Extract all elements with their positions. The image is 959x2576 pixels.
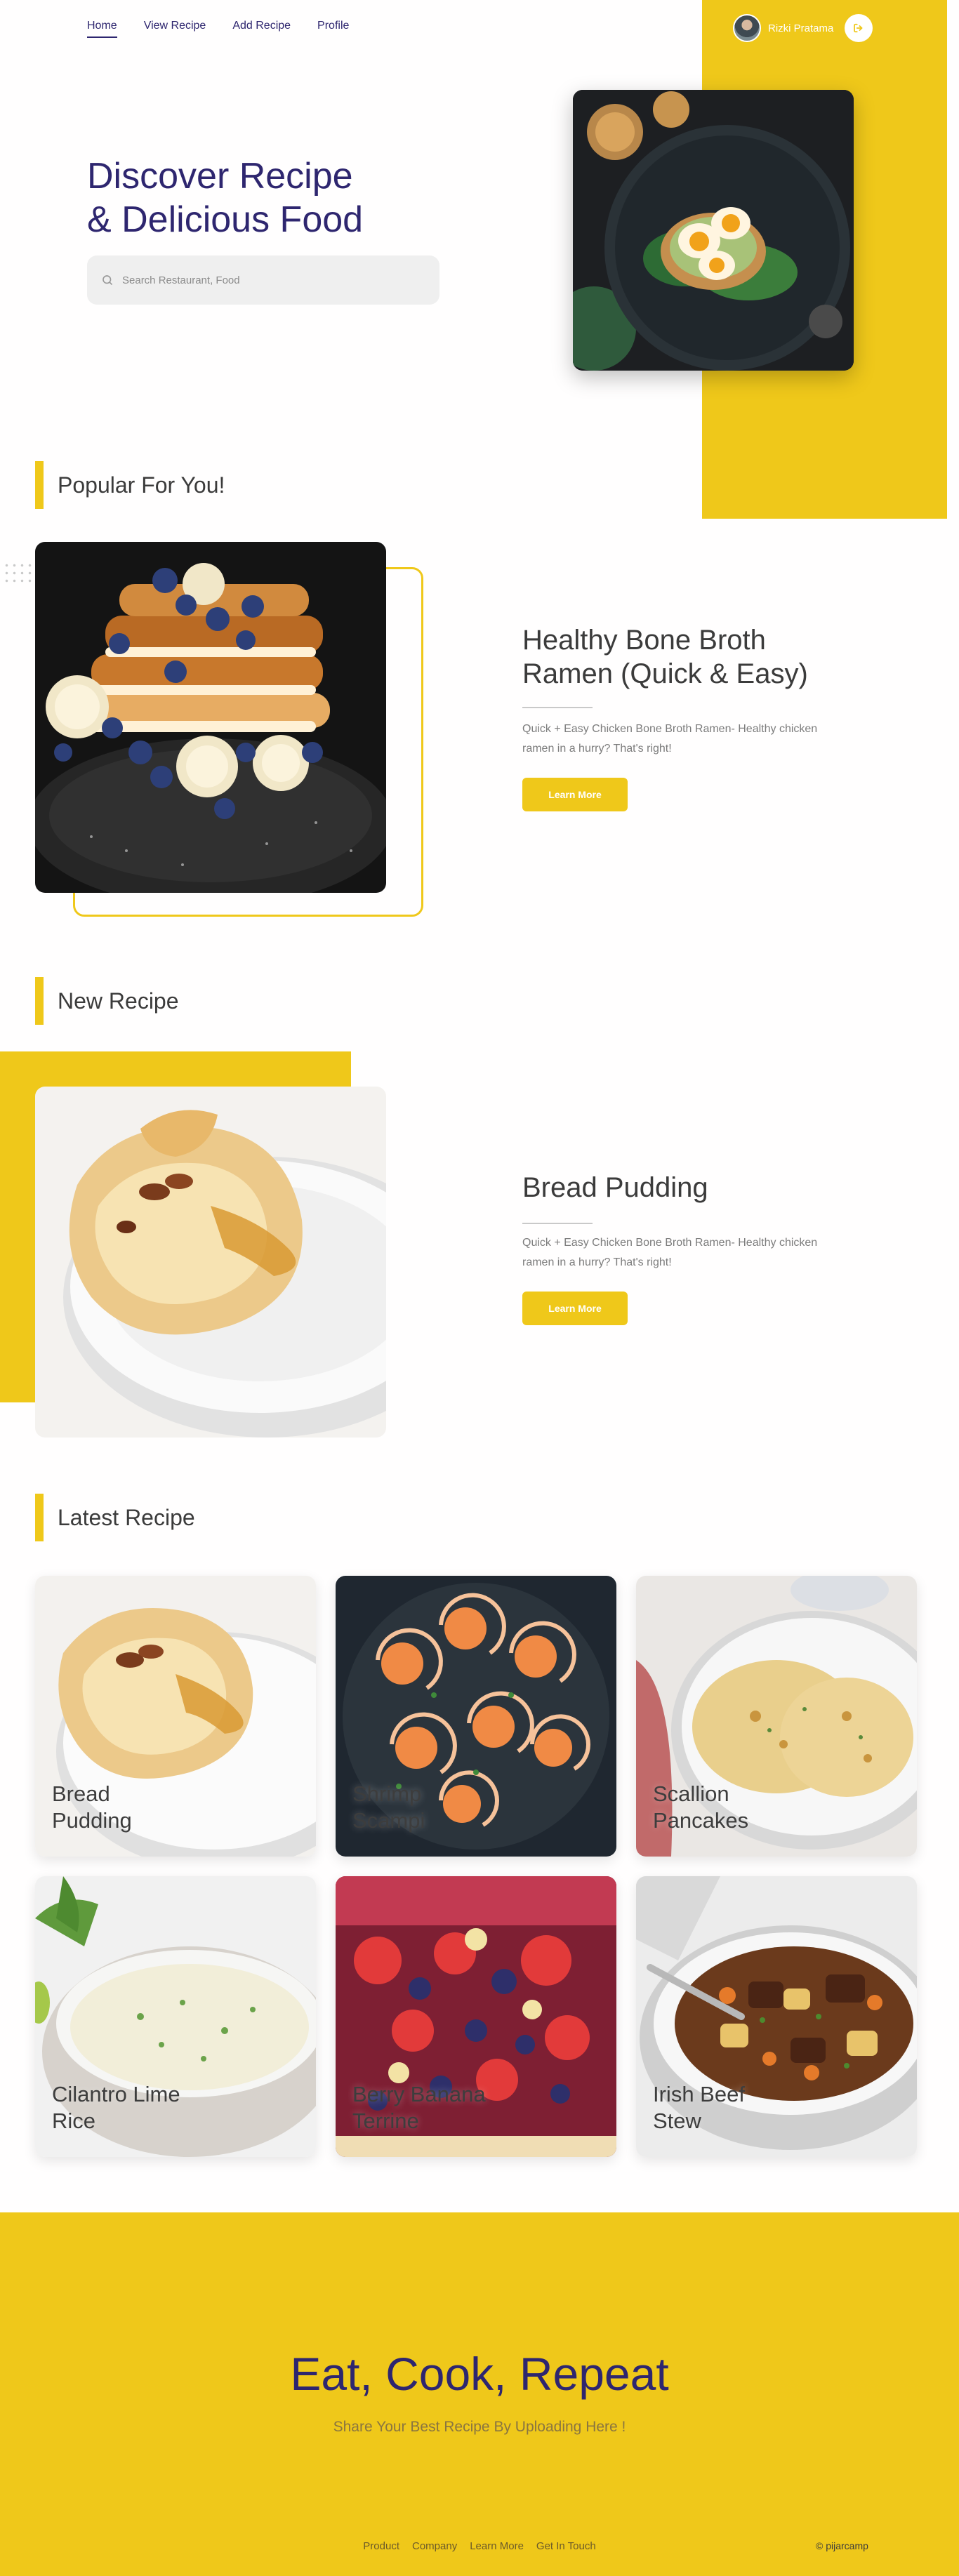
- divider: [522, 707, 593, 708]
- recipe-card-shrimp-scampi[interactable]: Shrimp Scampi: [336, 1576, 616, 1857]
- hero-title-line2: & Delicious Food: [87, 199, 364, 240]
- logout-button[interactable]: [845, 14, 873, 42]
- popular-heading-text: Popular For You!: [58, 472, 225, 498]
- hero-title: Discover Recipe & Delicious Food: [87, 154, 480, 241]
- french-toast-illustration: [35, 542, 386, 893]
- new-recipe-title[interactable]: Bread Pudding: [522, 1171, 845, 1204]
- latest-recipe-heading-text: Latest Recipe: [58, 1504, 195, 1530]
- footer-link-learn-more[interactable]: Learn More: [470, 2540, 524, 2552]
- new-recipe-heading-text: New Recipe: [58, 988, 179, 1014]
- footer-link-get-in-touch[interactable]: Get In Touch: [536, 2540, 596, 2552]
- decorative-dots: [3, 562, 34, 583]
- nav-add-recipe[interactable]: Add Recipe: [232, 20, 291, 38]
- divider: [522, 1223, 593, 1224]
- recipe-card-title: Berry Banana Terrine: [352, 2082, 486, 2133]
- footer: Eat, Cook, Repeat Share Your Best Recipe…: [0, 2212, 959, 2576]
- popular-recipe-description: Quick + Easy Chicken Bone Broth Ramen- H…: [522, 723, 818, 755]
- popular-recipe-title[interactable]: Healthy Bone Broth Ramen (Quick & Easy): [522, 623, 845, 691]
- new-recipe-heading: New Recipe: [35, 977, 179, 1025]
- new-recipe-description: Quick + Easy Chicken Bone Broth Ramen- H…: [522, 1237, 818, 1268]
- new-recipe-learn-more-button[interactable]: Learn More: [522, 1292, 628, 1325]
- recipe-card-title: Cilantro Lime Rice: [52, 2082, 180, 2133]
- recipe-card-title: Bread Pudding: [52, 1781, 132, 1833]
- copyright: © pijarcamp: [816, 2540, 868, 2551]
- recipe-card-title: Shrimp Scampi: [352, 1781, 425, 1833]
- popular-learn-more-button[interactable]: Learn More: [522, 778, 628, 811]
- user-menu: Rizki Pratama: [733, 14, 873, 42]
- footer-subtitle: Share Your Best Recipe By Uploading Here…: [333, 2419, 626, 2435]
- nav-profile[interactable]: Profile: [317, 20, 349, 38]
- bread-pudding-illustration: [35, 1087, 386, 1438]
- footer-link-company[interactable]: Company: [412, 2540, 457, 2552]
- avatar[interactable]: [733, 14, 761, 42]
- popular-heading: Popular For You!: [35, 461, 225, 509]
- recipe-card-irish-beef-stew[interactable]: Irish Beef Stew: [636, 1876, 917, 2157]
- heading-accent-bar: [35, 977, 44, 1025]
- footer-title: Eat, Cook, Repeat: [290, 2348, 669, 2400]
- recipe-card-scallion-pancakes[interactable]: Scallion Pancakes: [636, 1576, 917, 1857]
- user-name: Rizki Pratama: [768, 22, 834, 34]
- latest-recipe-heading: Latest Recipe: [35, 1494, 195, 1541]
- nav-home[interactable]: Home: [87, 20, 117, 38]
- search-input[interactable]: [122, 274, 417, 286]
- recipe-card-bread-pudding[interactable]: Bread Pudding: [35, 1576, 316, 1857]
- main-nav: Home View Recipe Add Recipe Profile: [87, 20, 349, 38]
- search-icon: [102, 275, 112, 285]
- popular-recipe-image[interactable]: [35, 542, 386, 893]
- search-bar[interactable]: [87, 255, 439, 305]
- logout-icon: [854, 23, 863, 33]
- hero-title-line1: Discover Recipe: [87, 156, 353, 197]
- heading-accent-bar: [35, 1494, 44, 1541]
- nav-view-recipe[interactable]: View Recipe: [144, 20, 206, 38]
- footer-link-product[interactable]: Product: [363, 2540, 399, 2552]
- recipe-card-title: Scallion Pancakes: [653, 1781, 749, 1833]
- recipe-card-berry-banana-terrine[interactable]: Berry Banana Terrine: [336, 1876, 616, 2157]
- recipe-card-title: Irish Beef Stew: [653, 2082, 745, 2133]
- hero-food-image: [573, 90, 854, 371]
- heading-accent-bar: [35, 461, 44, 509]
- hero-food-illustration: [573, 90, 854, 371]
- recipe-card-cilantro-lime-rice[interactable]: Cilantro Lime Rice: [35, 1876, 316, 2157]
- new-recipe-image[interactable]: [35, 1087, 386, 1438]
